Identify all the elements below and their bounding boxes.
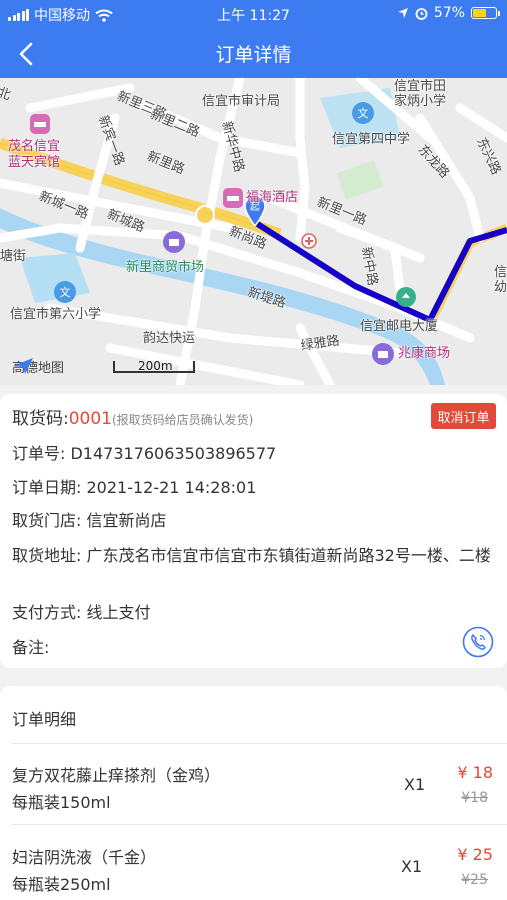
status-bar: 中国移动 上午 11:27 57% <box>0 0 507 28</box>
battery-icon <box>471 7 500 19</box>
pickup-code-row: 取货码:0001(报取货码给店员确认发货) <box>12 404 253 429</box>
item-original-price: ¥18 <box>461 790 488 806</box>
mall-poi-icon <box>372 343 394 365</box>
item-qty: X1 <box>401 857 423 876</box>
cancel-order-button[interactable]: 取消订单 <box>431 403 496 429</box>
phone-icon[interactable] <box>462 626 494 658</box>
item-original-price: ¥25 <box>461 872 488 888</box>
hotel-poi-icon <box>223 188 243 208</box>
battery-percent: 57% <box>433 5 465 21</box>
map-scale-label: 200m <box>138 359 173 373</box>
svg-text:文: 文 <box>358 106 369 120</box>
pickup-code: 0001 <box>68 409 112 429</box>
order-number: 订单号: D1473176063503896577 <box>12 444 277 463</box>
item-price: ¥ 25 <box>457 845 493 864</box>
order-info-card: 取货码:0001(报取货码给店员确认发货) 取消订单 订单号: D1473176… <box>0 394 507 668</box>
map-label: 兆康商场 <box>398 346 451 361</box>
market-poi-icon <box>163 231 185 253</box>
school-poi-icon: 文 <box>54 281 76 303</box>
item-name: 复方双花藤止痒搽剂（金鸡） <box>12 766 221 785</box>
payment-method: 支付方式: 线上支付 <box>12 603 151 622</box>
page-title: 订单详情 <box>215 44 292 66</box>
post-office-poi-icon <box>396 287 416 307</box>
item-price: ¥ 18 <box>457 763 493 782</box>
map-label: 信宜市第六小学 <box>10 307 102 322</box>
nav-bar: 订单详情 <box>0 28 507 78</box>
map-label: 信宜邮电大厦 <box>360 319 439 334</box>
map-label: 蓝天宾馆 <box>8 155 61 170</box>
map-label: 新里商贸市场 <box>126 260 205 275</box>
map-label: 信宜第四中学 <box>332 132 411 147</box>
divider <box>12 743 507 744</box>
details-title: 订单明细 <box>12 710 77 729</box>
map-label: 信宜市田 <box>394 79 447 94</box>
pickup-code-tip: (报取货码给店员确认发货) <box>112 413 254 427</box>
map-label: 信 <box>494 265 507 280</box>
order-details-card: 订单明细 复方双花藤止痒搽剂（金鸡） 每瓶装150ml X1 ¥ 18 ¥18 … <box>0 686 507 900</box>
order-date: 订单日期: 2021-12-21 14:28:01 <box>12 478 257 497</box>
remark: 备注: <box>12 638 50 657</box>
item-spec: 每瓶装150ml <box>12 793 111 812</box>
pickup-address: 取货地址: 广东茂名市信宜市信宜市东镇街道新尚路32号一楼、二楼 <box>12 546 491 565</box>
item-qty: X1 <box>404 775 426 794</box>
map-label: 茂名信宜 <box>8 139 61 154</box>
item-name: 妇洁阴洗液（千金） <box>12 848 157 867</box>
location-arrow-icon <box>397 8 408 18</box>
amap-logo-icon <box>13 358 33 374</box>
map-label: 韵达快运 <box>143 331 196 346</box>
item-spec: 每瓶装250ml <box>12 875 111 894</box>
svg-text:文: 文 <box>60 285 71 299</box>
map-label: 幼 <box>494 280 507 295</box>
map-label: 塘街 <box>0 249 27 264</box>
pickup-store: 取货门店: 信宜新尚店 <box>12 511 167 530</box>
map-label: 福海酒店 <box>246 190 299 205</box>
alarm-icon <box>415 7 428 20</box>
hotel-poi-icon <box>30 114 50 134</box>
map-label: 信宜市审计局 <box>202 94 281 109</box>
map-label: 家炳小学 <box>394 94 447 109</box>
route-map[interactable]: 文 文 起 新里三路 信宜市审计局 信宜市田 家炳小学 新里二路 新宾一路 新华… <box>0 78 507 385</box>
hospital-poi-icon <box>301 233 317 249</box>
school-poi-icon: 文 <box>352 102 374 124</box>
pickup-code-label: 取货码: <box>12 409 69 429</box>
divider <box>12 824 507 825</box>
map-logo: 高德地图 <box>12 357 64 376</box>
map-canvas <box>0 78 507 385</box>
